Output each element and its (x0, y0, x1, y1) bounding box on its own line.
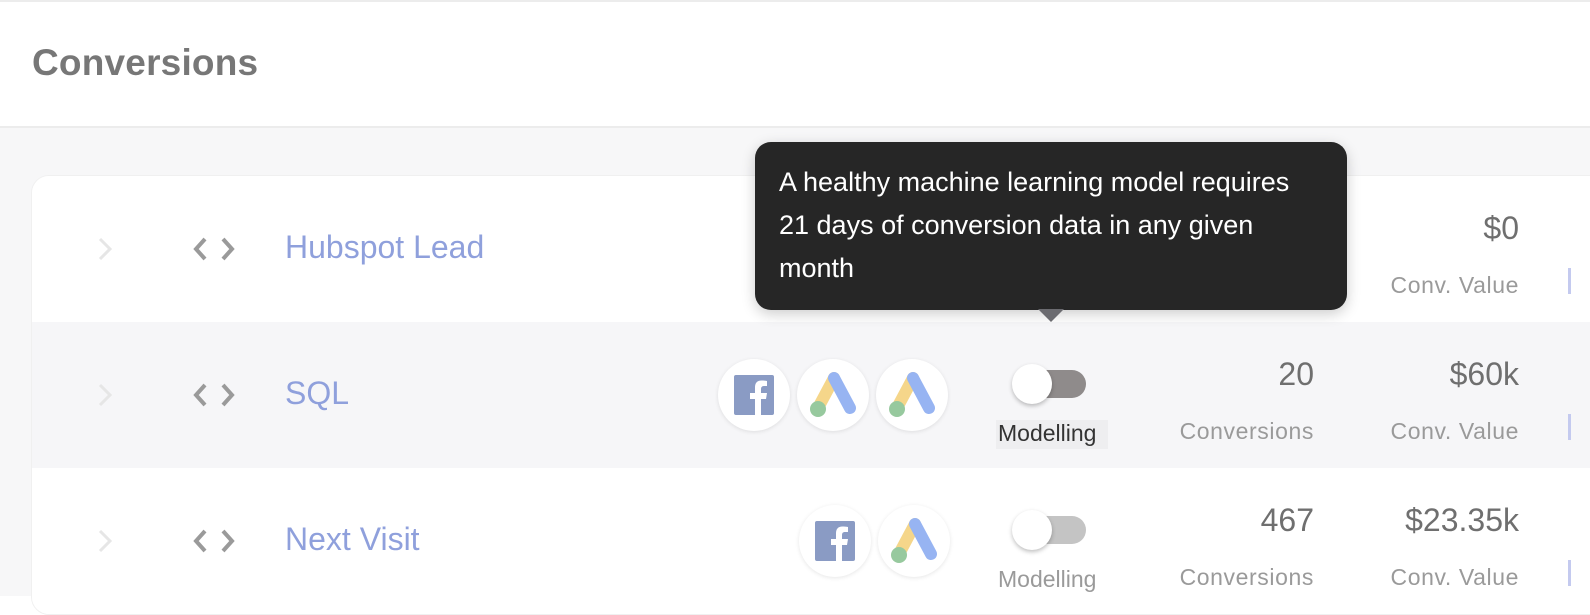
page-title: Conversions (32, 42, 259, 83)
platform-list (718, 359, 948, 431)
conversion-value-label: Conv. Value (1390, 564, 1519, 590)
conversions-label: Conversions (1179, 418, 1314, 444)
chevron-right-icon[interactable] (92, 234, 116, 264)
tooltip-arrow (1038, 309, 1064, 322)
conversion-name[interactable]: Hubspot Lead (285, 229, 484, 266)
conversion-value: $60k (1449, 356, 1519, 392)
page-header: Conversions (0, 2, 1590, 128)
conversion-row[interactable]: SQL Modelling 20 Conversions $60k Conv. … (32, 322, 1590, 468)
facebook-platform (718, 359, 790, 431)
row-edge-marker (1568, 268, 1571, 294)
modelling-label: Modelling (998, 566, 1097, 592)
modelling-label: Modelling (996, 420, 1109, 449)
chevron-right-icon[interactable] (92, 526, 116, 556)
google-ads-platform (878, 505, 950, 577)
code-icon (193, 237, 235, 261)
google-ads-platform (797, 359, 869, 431)
facebook-platform (799, 505, 871, 577)
conversion-value: $23.35k (1405, 502, 1519, 538)
platform-list (799, 505, 950, 577)
chevron-right-icon[interactable] (92, 380, 116, 410)
modelling-toggle[interactable] (1012, 506, 1086, 550)
google-ads-platform (876, 359, 948, 431)
modelling-toggle[interactable] (1012, 360, 1086, 404)
conversion-row[interactable]: Next Visit Modelling 467 Conversions $23… (32, 468, 1590, 614)
modelling-tooltip: A healthy machine learning model require… (755, 142, 1347, 310)
conversion-value-label: Conv. Value (1390, 418, 1519, 444)
conversions-label: Conversions (1179, 564, 1314, 590)
code-icon (193, 383, 235, 407)
code-icon (193, 529, 235, 553)
conversions-count: 20 (1278, 356, 1314, 392)
google-ads-icon (889, 372, 935, 417)
row-edge-marker (1568, 560, 1571, 586)
conversion-value-label: Conv. Value (1390, 272, 1519, 298)
conversion-value: $0 (1483, 210, 1519, 246)
facebook-icon (734, 375, 774, 415)
row-edge-marker (1568, 414, 1571, 440)
google-ads-icon (810, 372, 856, 417)
conversion-name[interactable]: Next Visit (285, 521, 420, 558)
facebook-icon (815, 521, 855, 561)
conversions-count: 467 (1260, 502, 1314, 538)
google-ads-icon (891, 518, 937, 563)
conversion-name[interactable]: SQL (285, 375, 349, 412)
